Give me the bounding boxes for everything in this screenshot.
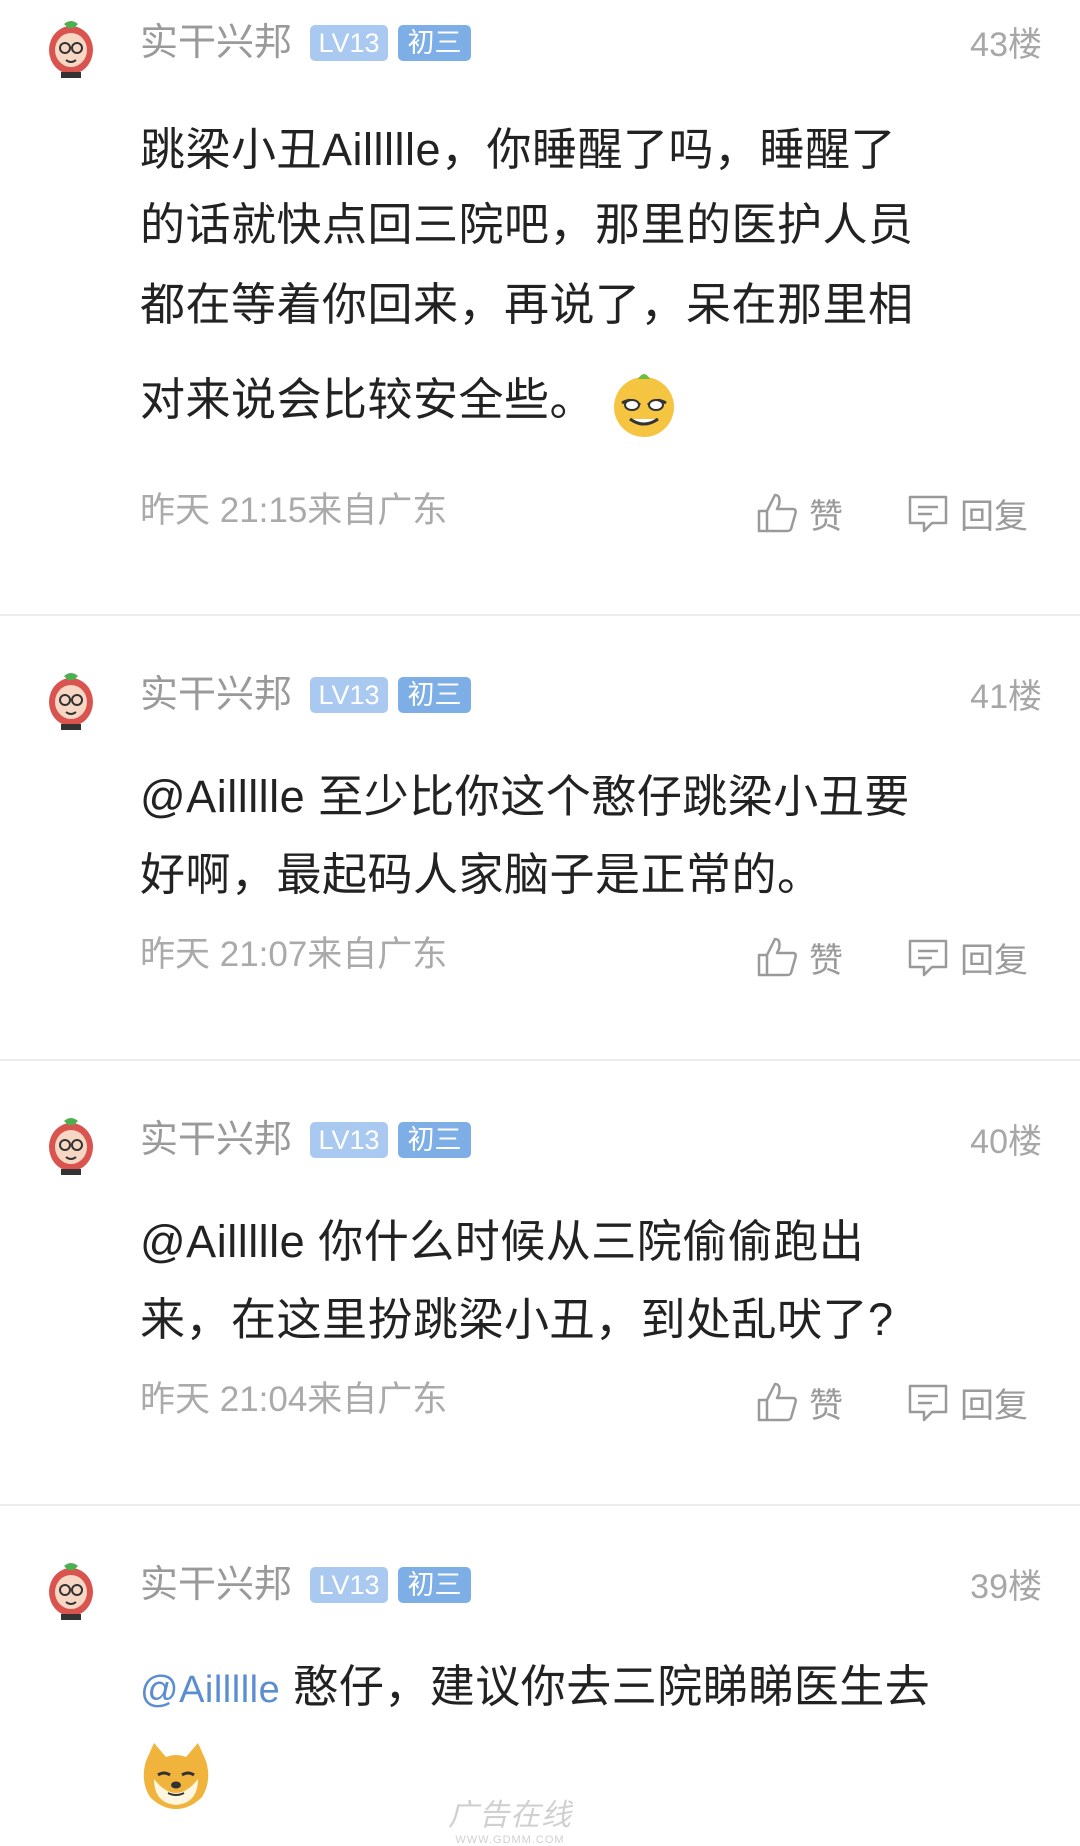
comment-item: 实干兴邦 LV13 初三 41楼 @Aillllle 至少比你这个憨仔跳梁小丑要… — [0, 616, 1080, 1059]
avatar-icon[interactable] — [46, 672, 96, 730]
comment-bubble-icon — [908, 1384, 948, 1422]
grade-badge: 初三 — [398, 1122, 471, 1158]
floor-number: 41楼 — [970, 678, 1042, 716]
watermark-url: WWW.GDMM.COM — [455, 1834, 565, 1846]
avatar-icon[interactable] — [46, 1562, 96, 1620]
like-label: 赞 — [809, 497, 843, 536]
comment-item: 实干兴邦 LV13 初三 40楼 @Aillllle 你什么时候从三院偷偷跑出 … — [0, 1061, 1080, 1504]
username[interactable]: 实干兴邦 — [140, 20, 292, 66]
watermark-text: 广告在线 — [448, 1799, 572, 1832]
comment-line: 跳梁小丑Aillllle，你睡醒了吗，睡醒了 — [140, 124, 897, 175]
comment-line: 来，在这里扮跳梁小丑，到处乱吠了? — [140, 1294, 894, 1345]
grade-badge: 初三 — [398, 25, 471, 61]
comment-bubble-icon — [908, 939, 948, 977]
comment-line: @Aillllle 憨仔，建议你去三院睇睇医生去 — [140, 1648, 1020, 1729]
floor-number: 40楼 — [970, 1123, 1042, 1161]
like-button[interactable]: 赞 — [755, 488, 843, 538]
watermark: 广告在线 WWW.GDMM.COM — [448, 1790, 572, 1846]
reply-label: 回复 — [960, 1386, 1028, 1425]
like-label: 赞 — [809, 941, 843, 980]
reply-button[interactable]: 回复 — [906, 932, 1028, 982]
level-badge: LV13 — [310, 1122, 388, 1158]
comment-line: 对来说会比较安全些。 — [140, 345, 1020, 455]
floor-number: 43楼 — [970, 26, 1042, 64]
comment-bubble-icon — [908, 495, 948, 533]
thumbs-up-icon — [757, 493, 797, 533]
floor-number: 39楼 — [970, 1568, 1042, 1606]
thumbs-up-icon — [757, 937, 797, 977]
reply-label: 回复 — [960, 497, 1028, 536]
comment-item: 实干兴邦 LV13 初三 43楼 跳梁小丑Aillllle，你睡醒了吗，睡醒了 … — [0, 0, 1080, 614]
comment-line: @Aillllle 至少比你这个憨仔跳梁小丑要 — [140, 771, 910, 822]
comment-line-text: 憨仔，建议你去三院睇睇医生去 — [293, 1661, 931, 1712]
username[interactable]: 实干兴邦 — [140, 672, 292, 718]
comment-line — [140, 1729, 1020, 1811]
mention-link[interactable]: @Aillllle — [140, 1669, 280, 1711]
level-badge: LV13 — [310, 25, 388, 61]
comment-text: @Aillllle 至少比你这个憨仔跳梁小丑要 好啊，最起码人家脑子是正常的。 — [140, 758, 1020, 914]
comment-time: 昨天 21:04来自广东 — [140, 1380, 448, 1419]
like-label: 赞 — [809, 1386, 843, 1425]
thumbs-up-icon — [757, 1382, 797, 1422]
comment-line: 都在等着你回来，再说了，呆在那里相 — [140, 279, 914, 330]
avatar-icon[interactable] — [46, 1117, 96, 1175]
username[interactable]: 实干兴邦 — [140, 1117, 292, 1163]
doge-emoji — [143, 1743, 209, 1809]
level-badge: LV13 — [310, 1567, 388, 1603]
comment-text: 跳梁小丑Aillllle，你睡醒了吗，睡醒了 的话就快点回三院吧，那里的医护人员… — [140, 115, 1020, 455]
level-badge: LV13 — [310, 677, 388, 713]
like-button[interactable]: 赞 — [755, 1377, 843, 1427]
avatar-icon[interactable] — [46, 20, 96, 78]
comment-line: 的话就快点回三院吧，那里的医护人员 — [140, 199, 914, 250]
reply-button[interactable]: 回复 — [906, 488, 1028, 538]
grinning-bun-emoji — [614, 374, 675, 438]
comment-text: @Aillllle 你什么时候从三院偷偷跑出 来，在这里扮跳梁小丑，到处乱吠了? — [140, 1203, 1020, 1359]
comment-time: 昨天 21:15来自广东 — [140, 491, 448, 530]
username[interactable]: 实干兴邦 — [140, 1562, 292, 1608]
comment-time: 昨天 21:07来自广东 — [140, 935, 448, 974]
reply-label: 回复 — [960, 941, 1028, 980]
comment-line: @Aillllle 你什么时候从三院偷偷跑出 — [140, 1216, 865, 1267]
like-button[interactable]: 赞 — [755, 932, 843, 982]
comment-text: @Aillllle 憨仔，建议你去三院睇睇医生去 — [140, 1648, 1020, 1811]
comment-item: 实干兴邦 LV13 初三 39楼 @Aillllle 憨仔，建议你去三院睇睇医生… — [0, 1506, 1080, 1829]
comment-line: 好啊，最起码人家脑子是正常的。 — [140, 849, 823, 900]
grade-badge: 初三 — [398, 1567, 471, 1603]
comment-line-text: 对来说会比较安全些。 — [140, 374, 596, 425]
grade-badge: 初三 — [398, 677, 471, 713]
reply-button[interactable]: 回复 — [906, 1377, 1028, 1427]
